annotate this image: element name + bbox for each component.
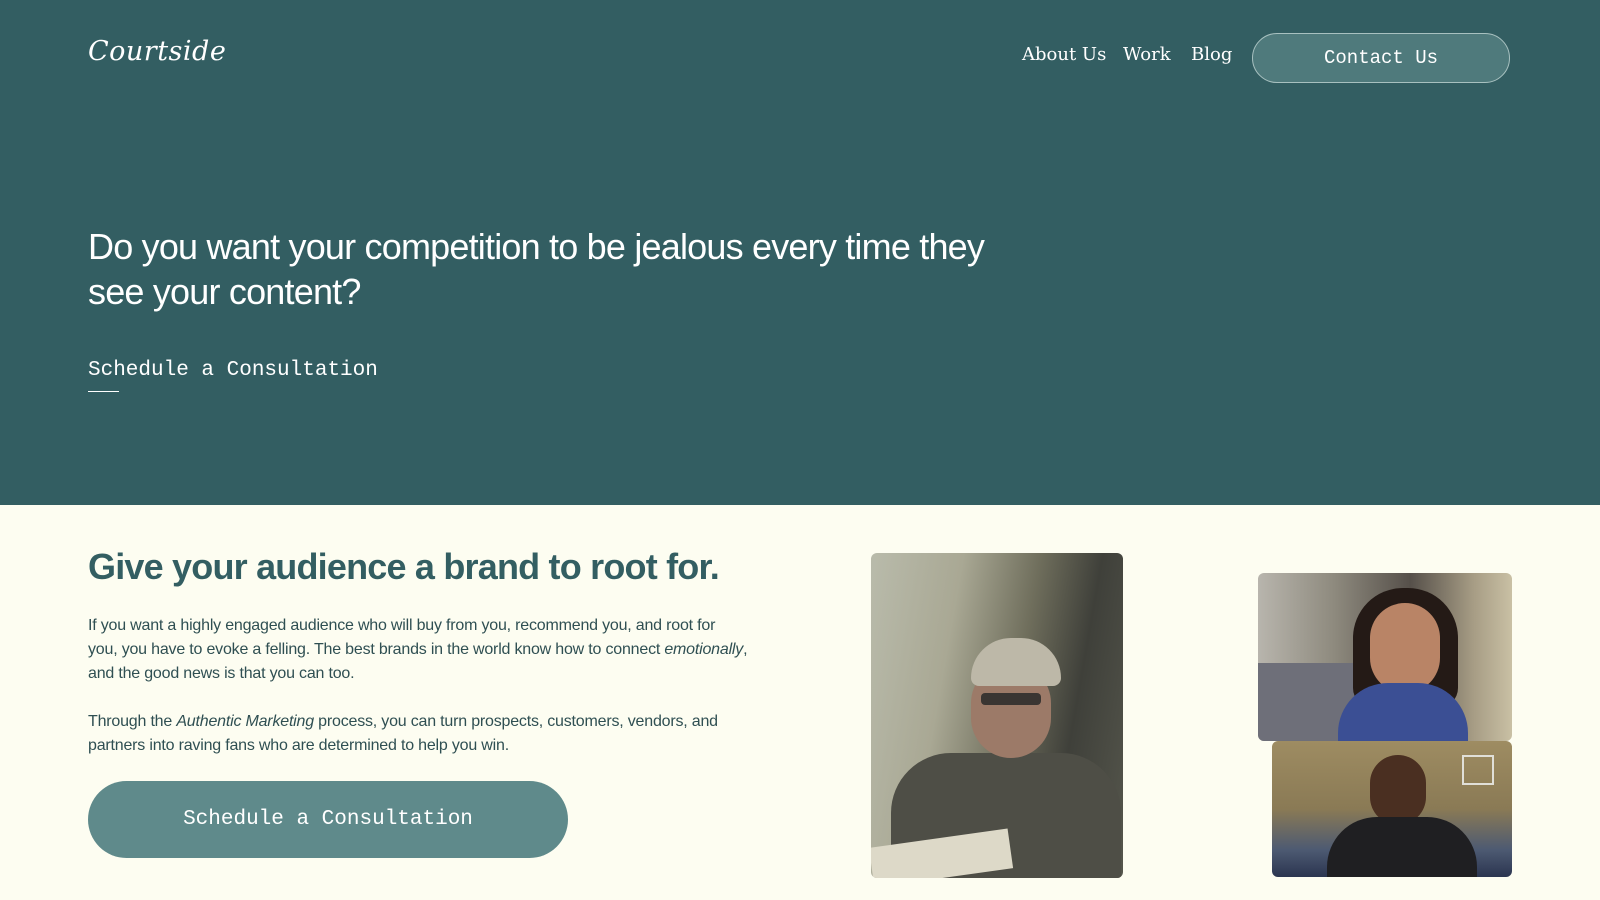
faded-eyebrow-text — [92, 182, 352, 206]
photo-young-man-gym — [1272, 741, 1512, 877]
contact-us-button[interactable]: Contact Us — [1252, 33, 1510, 83]
nav-blog[interactable]: Blog — [1191, 44, 1232, 65]
photo-2-head — [1370, 603, 1440, 693]
photo-3-body — [1327, 817, 1477, 877]
section-title: Give your audience a brand to root for. — [88, 546, 720, 587]
hero-headline: Do you want your competition to be jealo… — [88, 226, 985, 312]
photo-3-head — [1370, 755, 1426, 825]
intro-paragraph: If you want a highly engaged audience wh… — [88, 614, 748, 686]
schedule-consultation-button[interactable]: Schedule a Consultation — [88, 781, 568, 858]
process-text-start: Through the — [88, 713, 177, 730]
hero-link-underline — [88, 391, 119, 392]
photo-3-basketball-hoop — [1462, 755, 1494, 785]
process-emphasis: Authentic Marketing — [176, 713, 314, 730]
photo-man-in-cap — [871, 553, 1123, 878]
process-paragraph: Through the Authentic Marketing process,… — [88, 710, 748, 758]
site-logo[interactable]: Courtside — [88, 36, 226, 67]
intro-text-start: If you want a highly engaged audience wh… — [88, 617, 716, 658]
intro-emphasis: emotionally — [664, 641, 744, 658]
nav-work[interactable]: Work — [1123, 44, 1171, 65]
hero-schedule-link[interactable]: Schedule a Consultation — [88, 359, 378, 382]
nav-about-us[interactable]: About Us — [1022, 44, 1106, 65]
hero-section: Courtside About Us Work Blog Contact Us … — [0, 0, 1600, 505]
photo-1-glasses — [981, 693, 1041, 705]
photo-smiling-woman — [1258, 573, 1512, 741]
photo-1-cap — [971, 638, 1061, 686]
